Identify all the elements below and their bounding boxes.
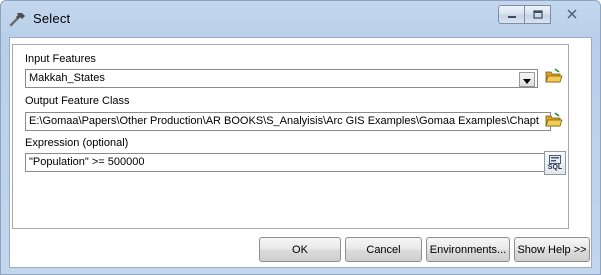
chevron-down-icon xyxy=(523,71,531,89)
dialog-body: Input Features Makkah_States Output Feat… xyxy=(9,37,592,268)
window-title: Select xyxy=(33,11,71,26)
show-help-button[interactable]: Show Help >> xyxy=(514,237,590,262)
ok-button[interactable]: OK xyxy=(259,237,341,262)
minimize-button[interactable] xyxy=(498,5,525,24)
environments-button[interactable]: Environments... xyxy=(426,237,510,262)
input-features-combobox[interactable]: Makkah_States xyxy=(25,69,538,88)
output-feature-class-browse-button[interactable] xyxy=(543,111,565,133)
output-feature-class-input[interactable]: E:\Gomaa\Papers\Other Production\AR BOOK… xyxy=(25,112,551,131)
maximize-icon xyxy=(532,6,543,24)
window-controls xyxy=(498,5,594,25)
output-feature-class-label: Output Feature Class xyxy=(25,95,130,107)
input-features-value: Makkah_States xyxy=(29,72,105,84)
open-folder-icon xyxy=(545,67,563,89)
sql-builder-button[interactable]: SQL xyxy=(544,151,566,175)
maximize-button[interactable] xyxy=(524,5,551,24)
dialog-buttons: OK Cancel Environments... Show Help >> xyxy=(10,237,591,263)
expression-value: "Population" >= 500000 xyxy=(29,156,145,168)
output-feature-class-value: E:\Gomaa\Papers\Other Production\AR BOOK… xyxy=(29,115,539,127)
title-bar[interactable]: Select xyxy=(1,1,600,37)
close-icon xyxy=(567,7,577,22)
tool-hammer-icon xyxy=(9,10,27,28)
expression-input[interactable]: "Population" >= 500000 xyxy=(25,153,551,172)
sql-icon: SQL xyxy=(547,154,563,172)
sql-label: SQL xyxy=(547,163,563,171)
cancel-button[interactable]: Cancel xyxy=(345,237,422,262)
input-features-label: Input Features xyxy=(25,53,96,65)
minimize-icon xyxy=(507,6,517,24)
close-button[interactable] xyxy=(550,5,594,24)
input-features-browse-button[interactable] xyxy=(543,67,565,89)
dialog-window: Select Input Features Makkah_States Outp… xyxy=(0,0,601,275)
parameters-panel: Input Features Makkah_States Output Feat… xyxy=(12,44,569,229)
open-folder-icon xyxy=(545,111,563,133)
input-features-dropdown-button[interactable] xyxy=(519,72,535,87)
expression-label: Expression (optional) xyxy=(25,137,129,149)
